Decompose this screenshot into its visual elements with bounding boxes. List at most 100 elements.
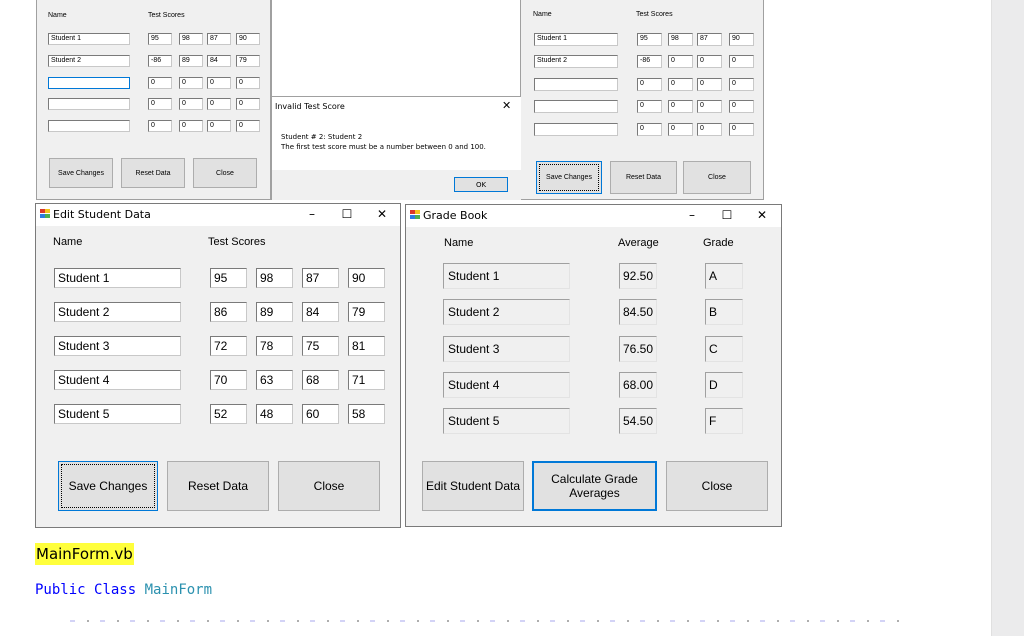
student-name-input[interactable]: Student 2 bbox=[534, 55, 618, 68]
average-display: 92.50 bbox=[619, 263, 657, 289]
test-score-input[interactable]: 95 bbox=[637, 33, 662, 46]
save-changes-button[interactable]: Save Changes bbox=[49, 158, 113, 188]
test-score-input[interactable]: 81 bbox=[348, 336, 385, 356]
student-name-input[interactable]: Student 1 bbox=[54, 268, 181, 288]
test-score-input[interactable]: 0 bbox=[697, 100, 722, 113]
student-name-display: Student 2 bbox=[443, 299, 570, 325]
close-button[interactable]: Close bbox=[193, 158, 257, 188]
test-score-input[interactable]: 48 bbox=[256, 404, 293, 424]
test-score-input[interactable]: 0 bbox=[729, 55, 754, 68]
test-score-input[interactable]: 0 bbox=[148, 77, 172, 89]
close-button[interactable]: Close bbox=[666, 461, 768, 511]
test-score-input[interactable]: 0 bbox=[637, 100, 662, 113]
test-score-input[interactable]: 84 bbox=[302, 302, 339, 322]
grade-display: D bbox=[705, 372, 743, 398]
test-score-input[interactable]: 58 bbox=[348, 404, 385, 424]
student-name-input[interactable] bbox=[48, 77, 130, 89]
student-name-input[interactable] bbox=[48, 120, 130, 132]
test-score-input[interactable]: 84 bbox=[207, 55, 231, 67]
student-name-display: Student 1 bbox=[443, 263, 570, 289]
close-icon[interactable]: ✕ bbox=[374, 207, 390, 221]
close-button[interactable]: Close bbox=[278, 461, 380, 511]
test-score-input[interactable]: 98 bbox=[668, 33, 693, 46]
test-score-input[interactable]: 89 bbox=[179, 55, 203, 67]
test-score-input[interactable]: 0 bbox=[668, 100, 693, 113]
test-score-input[interactable]: 52 bbox=[210, 404, 247, 424]
test-score-input[interactable]: -86 bbox=[637, 55, 662, 68]
reset-data-button[interactable]: Reset Data bbox=[167, 461, 269, 511]
reset-data-button[interactable]: Reset Data bbox=[121, 158, 185, 188]
test-score-input[interactable]: 0 bbox=[207, 98, 231, 110]
test-score-input[interactable]: 0 bbox=[179, 77, 203, 89]
test-score-input[interactable]: 90 bbox=[236, 33, 260, 45]
test-score-input[interactable]: 0 bbox=[207, 120, 231, 132]
close-icon[interactable]: ✕ bbox=[754, 208, 770, 222]
edit-student-data-button[interactable]: Edit Student Data bbox=[422, 461, 524, 511]
student-name-input[interactable] bbox=[534, 123, 618, 136]
test-score-input[interactable]: 0 bbox=[668, 123, 693, 136]
test-score-input[interactable]: 0 bbox=[236, 77, 260, 89]
test-score-input[interactable]: 98 bbox=[179, 33, 203, 45]
minimize-icon[interactable]: – bbox=[304, 207, 320, 221]
save-changes-button[interactable]: Save Changes bbox=[58, 461, 158, 511]
save-changes-button[interactable]: Save Changes bbox=[536, 161, 602, 194]
dialog-close-icon[interactable]: ✕ bbox=[502, 99, 511, 112]
reset-data-button[interactable]: Reset Data bbox=[610, 161, 677, 194]
scrollbar-track[interactable] bbox=[991, 0, 1024, 636]
test-score-input[interactable]: 90 bbox=[348, 268, 385, 288]
test-score-input[interactable]: 75 bbox=[302, 336, 339, 356]
test-score-input[interactable]: 0 bbox=[668, 78, 693, 91]
test-score-input[interactable]: 0 bbox=[729, 100, 754, 113]
test-score-input[interactable]: 72 bbox=[210, 336, 247, 356]
test-score-input[interactable]: 0 bbox=[637, 123, 662, 136]
test-score-input[interactable]: 0 bbox=[637, 78, 662, 91]
test-score-input[interactable]: 78 bbox=[256, 336, 293, 356]
student-name-input[interactable]: Student 4 bbox=[54, 370, 181, 390]
test-score-input[interactable]: 0 bbox=[179, 120, 203, 132]
test-score-input[interactable]: 63 bbox=[256, 370, 293, 390]
test-score-input[interactable]: 79 bbox=[236, 55, 260, 67]
student-name-input[interactable]: Student 3 bbox=[54, 336, 181, 356]
test-score-input[interactable]: 0 bbox=[148, 98, 172, 110]
student-name-input[interactable]: Student 2 bbox=[48, 55, 130, 67]
test-score-input[interactable]: 0 bbox=[697, 55, 722, 68]
test-score-input[interactable]: 0 bbox=[697, 123, 722, 136]
maximize-icon[interactable]: ☐ bbox=[339, 207, 355, 221]
test-score-input[interactable]: 0 bbox=[236, 98, 260, 110]
test-score-input[interactable]: 90 bbox=[729, 33, 754, 46]
test-score-input[interactable]: 87 bbox=[697, 33, 722, 46]
test-score-input[interactable]: 95 bbox=[148, 33, 172, 45]
student-name-input[interactable]: Student 5 bbox=[54, 404, 181, 424]
test-score-input[interactable]: 71 bbox=[348, 370, 385, 390]
test-score-input[interactable]: 0 bbox=[668, 55, 693, 68]
test-score-input[interactable]: 70 bbox=[210, 370, 247, 390]
minimize-icon[interactable]: – bbox=[684, 208, 700, 222]
test-score-input[interactable]: 0 bbox=[179, 98, 203, 110]
test-score-input[interactable]: 87 bbox=[207, 33, 231, 45]
test-score-input[interactable]: 0 bbox=[148, 120, 172, 132]
test-score-input[interactable]: 0 bbox=[729, 78, 754, 91]
test-score-input[interactable]: 0 bbox=[236, 120, 260, 132]
test-score-input[interactable]: 89 bbox=[256, 302, 293, 322]
student-name-input[interactable]: Student 2 bbox=[54, 302, 181, 322]
test-score-input[interactable]: 68 bbox=[302, 370, 339, 390]
ok-button[interactable]: OK bbox=[454, 177, 508, 192]
student-name-input[interactable] bbox=[534, 100, 618, 113]
test-score-input[interactable]: 60 bbox=[302, 404, 339, 424]
student-name-input[interactable] bbox=[48, 98, 130, 110]
test-score-input[interactable]: 0 bbox=[697, 78, 722, 91]
test-score-input[interactable]: 0 bbox=[207, 77, 231, 89]
student-name-input[interactable]: Student 1 bbox=[534, 33, 618, 46]
test-score-input[interactable]: 98 bbox=[256, 268, 293, 288]
test-score-input[interactable]: 87 bbox=[302, 268, 339, 288]
test-score-input[interactable]: 79 bbox=[348, 302, 385, 322]
calculate-grade-averages-button[interactable]: Calculate Grade Averages bbox=[532, 461, 657, 511]
test-score-input[interactable]: 0 bbox=[729, 123, 754, 136]
student-name-input[interactable] bbox=[534, 78, 618, 91]
test-score-input[interactable]: -86 bbox=[148, 55, 172, 67]
test-score-input[interactable]: 95 bbox=[210, 268, 247, 288]
maximize-icon[interactable]: ☐ bbox=[719, 208, 735, 222]
student-name-input[interactable]: Student 1 bbox=[48, 33, 130, 45]
test-score-input[interactable]: 86 bbox=[210, 302, 247, 322]
close-button[interactable]: Close bbox=[683, 161, 751, 194]
